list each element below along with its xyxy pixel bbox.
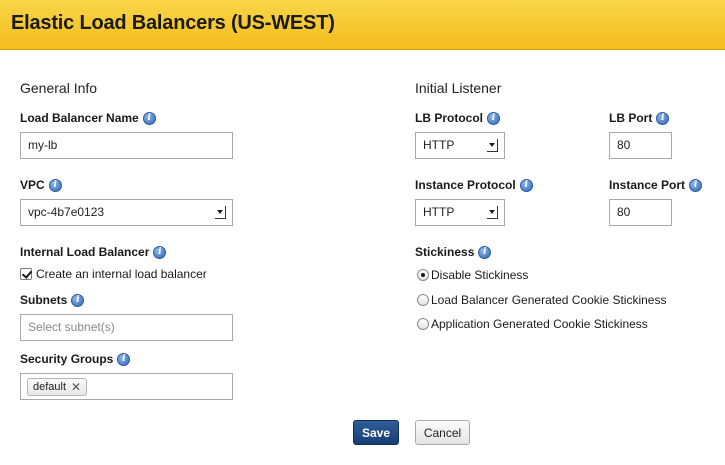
lb-protocol-value: HTTP (423, 138, 455, 152)
chevron-down-icon (487, 206, 498, 219)
info-icon[interactable]: i (71, 293, 85, 307)
lb-port-input[interactable]: 80 (609, 132, 672, 159)
lb-name-label-text: Load Balancer Name (20, 111, 139, 125)
page-title: Elastic Load Balancers (US-WEST) (11, 12, 335, 34)
vpc-select-value: vpc-4b7e0123 (28, 205, 105, 219)
info-icon[interactable]: i (153, 245, 167, 259)
instance-port-label: Instance Port i (609, 178, 703, 192)
info-icon[interactable]: i (519, 178, 533, 192)
info-icon[interactable]: i (142, 111, 156, 125)
subnets-label: Subnets i (20, 293, 85, 307)
stickiness-option-label: Application Generated Cookie Stickiness (431, 317, 648, 331)
stickiness-option-app-cookie[interactable]: Application Generated Cookie Stickiness (417, 317, 648, 331)
general-info-title: General Info (20, 80, 98, 96)
stickiness-option-disable[interactable]: Disable Stickiness (417, 268, 528, 282)
page-header: Elastic Load Balancers (US-WEST) (0, 0, 725, 50)
internal-lb-checkbox-row[interactable]: Create an internal load balancer (20, 267, 207, 281)
vpc-select[interactable]: vpc-4b7e0123 (20, 199, 233, 226)
chevron-down-icon (215, 206, 226, 219)
chevron-down-icon (487, 139, 498, 152)
stickiness-radio-disable[interactable] (417, 269, 429, 281)
vpc-label: VPC i (20, 178, 62, 192)
info-icon[interactable]: i (689, 178, 703, 192)
security-groups-input[interactable]: default ✕ (20, 373, 233, 400)
instance-protocol-label: Instance Protocol i (415, 178, 533, 192)
stickiness-option-label: Disable Stickiness (431, 268, 529, 282)
security-groups-label: Security Groups i (20, 352, 131, 366)
info-icon[interactable]: i (117, 352, 131, 366)
instance-port-label-text: Instance Port (609, 178, 686, 192)
lb-name-label: Load Balancer Name i (20, 111, 156, 125)
info-icon[interactable]: i (487, 111, 500, 125)
instance-protocol-value: HTTP (423, 205, 455, 219)
lb-protocol-select[interactable]: HTTP (415, 132, 505, 159)
info-icon[interactable]: i (478, 245, 492, 259)
initial-listener-title: Initial Listener (415, 80, 502, 96)
stickiness-option-lb-cookie[interactable]: Load Balancer Generated Cookie Stickines… (417, 293, 666, 307)
lb-port-label: LB Port i (609, 111, 670, 125)
stickiness-radio-lb-cookie[interactable] (417, 294, 429, 306)
lb-port-label-text: LB Port (609, 111, 653, 125)
stickiness-label-text: Stickiness (415, 245, 475, 259)
info-icon[interactable]: i (656, 111, 670, 125)
close-icon[interactable]: ✕ (71, 379, 81, 395)
stickiness-option-label: Load Balancer Generated Cookie Stickines… (431, 293, 667, 307)
save-button[interactable]: Save (353, 420, 399, 445)
vpc-label-text: VPC (20, 178, 45, 192)
internal-lb-checkbox-label: Create an internal load balancer (36, 267, 207, 281)
lb-protocol-label: LB Protocol i (415, 111, 500, 125)
instance-port-input[interactable]: 80 (609, 199, 672, 226)
stickiness-radio-app-cookie[interactable] (417, 318, 429, 330)
instance-protocol-label-text: Instance Protocol (415, 178, 516, 192)
cancel-button[interactable]: Cancel (415, 420, 470, 445)
instance-protocol-select[interactable]: HTTP (415, 199, 505, 226)
internal-lb-label-text: Internal Load Balancer (20, 245, 150, 259)
subnets-label-text: Subnets (20, 293, 68, 307)
subnets-input[interactable]: Select subnet(s) (20, 314, 233, 341)
stickiness-label: Stickiness i (415, 245, 492, 259)
security-group-tag-label: default (33, 381, 67, 393)
info-icon[interactable]: i (48, 178, 62, 192)
security-group-tag: default ✕ (27, 378, 88, 396)
internal-lb-label: Internal Load Balancer i (20, 245, 167, 259)
lb-name-input[interactable]: my-lb (20, 132, 233, 159)
internal-lb-checkbox[interactable] (20, 268, 32, 280)
security-groups-label-text: Security Groups (20, 352, 114, 366)
lb-protocol-label-text: LB Protocol (415, 111, 483, 125)
